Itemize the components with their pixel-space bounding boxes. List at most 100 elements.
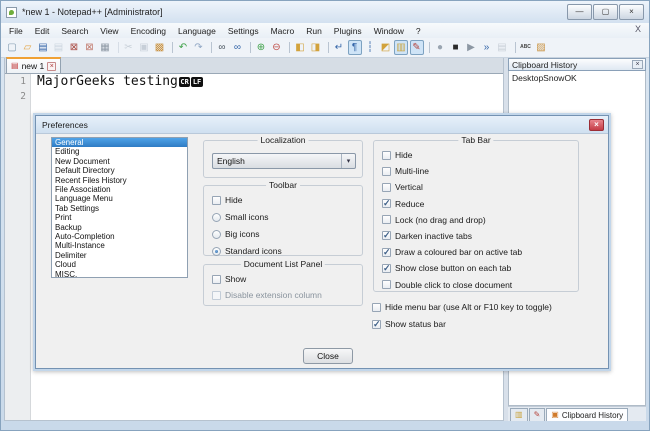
- undo-icon[interactable]: ↶: [176, 40, 190, 55]
- stop-record-icon[interactable]: ■: [449, 40, 463, 55]
- show-all-characters-icon[interactable]: ¶: [348, 40, 362, 55]
- checkbox[interactable]: [382, 199, 391, 208]
- close-all-docs-icon[interactable]: ⊠: [83, 40, 97, 55]
- dialog-close-icon[interactable]: ×: [589, 119, 604, 131]
- checkbox-row[interactable]: Darken inactive tabs: [382, 231, 574, 241]
- minimize-button[interactable]: —: [567, 4, 592, 20]
- category-item[interactable]: Tab Settings: [52, 204, 187, 213]
- menu-item[interactable]: Macro: [265, 26, 301, 36]
- run-macro-multiple-icon[interactable]: »: [480, 40, 494, 55]
- menu-item[interactable]: Search: [55, 26, 94, 36]
- checkbox[interactable]: [382, 183, 391, 192]
- checkbox[interactable]: [382, 264, 391, 273]
- tab-close-icon[interactable]: ×: [47, 62, 56, 71]
- radio-row[interactable]: Standard icons: [212, 246, 358, 256]
- redo-icon[interactable]: ↷: [192, 40, 206, 55]
- close-button[interactable]: Close: [303, 348, 353, 364]
- document-map-icon[interactable]: ▥: [394, 40, 408, 55]
- cut-icon[interactable]: ✂: [122, 40, 136, 55]
- sync-vertical-icon[interactable]: ◧: [293, 40, 307, 55]
- checkbox-row[interactable]: Hide menu bar (use Alt or F10 key to tog…: [372, 302, 552, 312]
- open-folder-icon[interactable]: ▱: [21, 40, 35, 55]
- close-doc-icon[interactable]: ⊠: [67, 40, 81, 55]
- radio-row[interactable]: Small icons: [212, 212, 358, 222]
- menu-item[interactable]: Settings: [222, 26, 265, 36]
- menu-item[interactable]: Edit: [29, 26, 56, 36]
- checkbox[interactable]: [212, 291, 221, 300]
- title-bar[interactable]: *new 1 - Notepad++ [Administrator] — ▢ ×: [1, 1, 649, 23]
- checkbox-row[interactable]: Reduce: [382, 199, 574, 209]
- checkbox[interactable]: [382, 151, 391, 160]
- plugin-icon[interactable]: ▨: [534, 40, 548, 55]
- checkbox[interactable]: [382, 231, 391, 240]
- checkbox-row[interactable]: Vertical: [382, 182, 574, 192]
- category-item[interactable]: Cloud: [52, 260, 187, 269]
- menu-item[interactable]: File: [3, 26, 29, 36]
- category-item[interactable]: Recent Files History: [52, 176, 187, 185]
- category-item[interactable]: Print: [52, 213, 187, 222]
- category-item[interactable]: Language Menu: [52, 194, 187, 203]
- checkbox[interactable]: [382, 248, 391, 257]
- restore-button[interactable]: ▢: [593, 4, 618, 20]
- character-panel-tab[interactable]: ✎: [529, 408, 546, 421]
- checkbox-row[interactable]: Disable extension column: [212, 290, 358, 300]
- sync-horizontal-icon[interactable]: ◨: [309, 40, 323, 55]
- radio-row[interactable]: Big icons: [212, 229, 358, 239]
- record-macro-icon[interactable]: ●: [433, 40, 447, 55]
- menu-item[interactable]: Run: [300, 26, 328, 36]
- chevron-down-icon[interactable]: ▾: [341, 154, 355, 168]
- document-tab[interactable]: ▤ new 1 ×: [6, 57, 61, 73]
- paste-icon[interactable]: ▩: [153, 40, 167, 55]
- menu-item[interactable]: ?: [410, 26, 427, 36]
- panel-header[interactable]: Clipboard History ×: [508, 58, 646, 71]
- close-button[interactable]: ×: [619, 4, 644, 20]
- category-item[interactable]: MISC.: [52, 270, 187, 278]
- close-document-x[interactable]: X: [635, 24, 641, 34]
- zoom-out-icon[interactable]: ⊖: [270, 40, 284, 55]
- checkbox-row[interactable]: Hide: [382, 150, 574, 160]
- checkbox[interactable]: [212, 196, 221, 205]
- checkbox[interactable]: [212, 275, 221, 284]
- category-item[interactable]: Editing: [52, 147, 187, 156]
- playback-macro-icon[interactable]: ▶: [464, 40, 478, 55]
- menu-item[interactable]: Window: [368, 26, 410, 36]
- copy-icon[interactable]: ▣: [137, 40, 151, 55]
- clipboard-history-tab[interactable]: ▣ Clipboard History: [546, 408, 628, 421]
- checkbox-row[interactable]: Hide: [212, 195, 358, 205]
- category-item[interactable]: General: [52, 138, 187, 147]
- panel-close-icon[interactable]: ×: [632, 60, 643, 69]
- print-icon[interactable]: ▦: [98, 40, 112, 55]
- localization-combobox[interactable]: English ▾: [212, 153, 356, 169]
- category-item[interactable]: Backup: [52, 223, 187, 232]
- radio-button[interactable]: [212, 213, 221, 222]
- checkbox[interactable]: [382, 280, 391, 289]
- replace-icon[interactable]: ∞: [231, 40, 245, 55]
- checkbox[interactable]: [382, 215, 391, 224]
- function-list-icon[interactable]: ✎: [410, 40, 424, 55]
- category-item[interactable]: Auto-Completion: [52, 232, 187, 241]
- checkbox-row[interactable]: Double click to close document: [382, 280, 574, 290]
- new-file-icon[interactable]: ▢: [5, 40, 19, 55]
- document-map-tab[interactable]: ▥: [510, 408, 528, 421]
- checkbox[interactable]: [382, 167, 391, 176]
- checkbox-row[interactable]: Multi-line: [382, 166, 574, 176]
- user-define-dialog-icon[interactable]: ◩: [379, 40, 393, 55]
- radio-button[interactable]: [212, 230, 221, 239]
- spell-check-icon[interactable]: ABC: [519, 40, 533, 55]
- save-all-icon[interactable]: ▤: [52, 40, 66, 55]
- word-wrap-icon[interactable]: ↵: [332, 40, 346, 55]
- find-icon[interactable]: ∞: [215, 40, 229, 55]
- menu-item[interactable]: Language: [172, 26, 222, 36]
- save-macro-icon[interactable]: ▤: [495, 40, 509, 55]
- category-item[interactable]: File Association: [52, 185, 187, 194]
- category-item[interactable]: Delimiter: [52, 251, 187, 260]
- clipboard-item[interactable]: DesktopSnowOK: [509, 71, 645, 85]
- checkbox-row[interactable]: Lock (no drag and drop): [382, 215, 574, 225]
- checkbox[interactable]: [372, 320, 381, 329]
- checkbox-row[interactable]: Show: [212, 274, 358, 284]
- category-item[interactable]: Multi-Instance: [52, 241, 187, 250]
- menu-item[interactable]: Encoding: [125, 26, 172, 36]
- checkbox-row[interactable]: Show close button on each tab: [382, 263, 574, 273]
- checkbox-row[interactable]: Draw a coloured bar on active tab: [382, 247, 574, 257]
- zoom-in-icon[interactable]: ⊕: [254, 40, 268, 55]
